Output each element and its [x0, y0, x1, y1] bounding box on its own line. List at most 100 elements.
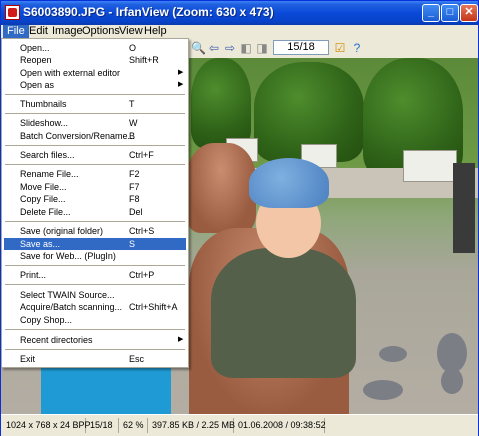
- menu-item-open[interactable]: Open... O: [4, 42, 186, 54]
- menu-item-label: Rename File...: [20, 169, 79, 179]
- menu-item-label: Open as: [20, 80, 55, 90]
- menu-bar: File Edit Image Options View Help: [1, 25, 478, 38]
- menu-item-shortcut: Ctrl+P: [129, 270, 155, 280]
- menu-item-shortcut: O: [129, 43, 137, 53]
- menu-help[interactable]: Help: [140, 25, 171, 38]
- menu-item-shortcut: F7: [129, 182, 140, 192]
- menu-item-exit[interactable]: Exit Esc: [4, 353, 186, 365]
- file-menu-dropdown: Open... O Reopen Shift+R Open with externa…: [1, 38, 189, 368]
- menu-item-shortcut: W: [129, 118, 138, 128]
- menu-item-reopen[interactable]: Reopen Shift+R: [4, 54, 186, 66]
- menu-item-shortcut: F8: [129, 194, 140, 204]
- menu-item-select-twain-source[interactable]: Select TWAIN Source...: [4, 289, 186, 301]
- menu-item-label: Open with external editor: [20, 68, 121, 78]
- menu-item-label: Print...: [20, 270, 47, 280]
- zoom-out-icon[interactable]: 🔍: [191, 41, 206, 55]
- pigeon: [441, 368, 463, 394]
- menu-item-shortcut: Ctrl+Shift+A: [129, 302, 178, 312]
- menu-item-thumbnails[interactable]: Thumbnails T: [4, 98, 186, 110]
- previous-arrow-icon[interactable]: ⇦: [207, 41, 221, 55]
- menu-separator: [5, 145, 185, 146]
- menu-item-label: Copy Shop...: [20, 315, 73, 325]
- minimize-button[interactable]: _: [422, 4, 440, 22]
- window-title: S6003890.JPG - IrfanView (Zoom: 630 x 47…: [23, 5, 274, 19]
- menu-item-shortcut: Del: [129, 207, 143, 217]
- menu-item-label: Open...: [20, 43, 50, 53]
- menu-item-label: Select TWAIN Source...: [20, 290, 115, 300]
- menu-separator: [5, 164, 185, 165]
- menu-item-save-original-folder[interactable]: Save (original folder) Ctrl+S: [4, 225, 186, 237]
- pigeon: [437, 333, 467, 373]
- menu-item-search-files[interactable]: Search files... Ctrl+F: [4, 149, 186, 161]
- pigeon: [363, 380, 403, 400]
- menu-item-acquire-batch-scanning[interactable]: Acquire/Batch scanning... Ctrl+Shift+A: [4, 301, 186, 313]
- menu-item-label: Slideshow...: [20, 118, 69, 128]
- menu-item-print[interactable]: Print... Ctrl+P: [4, 269, 186, 281]
- submenu-arrow-icon: ▶: [178, 81, 184, 88]
- menu-item-shortcut: T: [129, 99, 135, 109]
- menu-item-label: Save for Web... (PlugIn): [20, 251, 116, 261]
- menu-item-label: Move File...: [20, 182, 67, 192]
- menu-item-label: Reopen: [20, 55, 52, 65]
- menu-separator: [5, 221, 185, 222]
- baby-hat: [249, 158, 329, 208]
- properties-icon[interactable]: ☑: [333, 41, 347, 55]
- status-file-size: 397.85 KB / 2.25 MB: [149, 418, 235, 433]
- woman-face: [186, 143, 256, 233]
- submenu-arrow-icon: ▶: [178, 69, 184, 76]
- menu-item-save-as[interactable]: Save as... S: [4, 238, 186, 250]
- menu-item-shortcut: Ctrl+F: [129, 150, 154, 160]
- menu-item-label: Thumbnails: [20, 99, 67, 109]
- status-empty-panel: [326, 418, 476, 433]
- menu-item-shortcut: Ctrl+S: [129, 226, 155, 236]
- rotate-right-icon[interactable]: ◨: [255, 41, 269, 55]
- lamp-post: [453, 163, 475, 253]
- close-button[interactable]: ✕: [460, 4, 478, 22]
- status-index: 15/18: [87, 418, 119, 433]
- maximize-button[interactable]: □: [441, 4, 459, 22]
- irfanview-app-icon[interactable]: [5, 5, 20, 20]
- menu-item-rename-file[interactable]: Rename File... F2: [4, 168, 186, 180]
- help-icon[interactable]: ?: [350, 41, 364, 55]
- menu-item-slideshow[interactable]: Slideshow... W: [4, 117, 186, 129]
- menu-item-copy-shop[interactable]: Copy Shop...: [4, 314, 186, 326]
- page-indicator-field[interactable]: 15/18: [273, 40, 329, 55]
- menu-item-shortcut: F2: [129, 169, 140, 179]
- menu-item-delete-file[interactable]: Delete File... Del: [4, 206, 186, 218]
- menu-item-shortcut: S: [129, 239, 136, 249]
- menu-separator: [5, 265, 185, 266]
- menu-separator: [5, 284, 185, 285]
- status-dimensions: 1024 x 768 x 24 BPP: [3, 418, 91, 433]
- menu-item-open-external-editor[interactable]: Open with external editor ▶: [4, 67, 186, 79]
- menu-item-shortcut: B: [129, 131, 136, 141]
- menu-item-label: Acquire/Batch scanning...: [20, 302, 123, 312]
- menu-item-batch-conversion[interactable]: Batch Conversion/Rename... B: [4, 130, 186, 142]
- menu-item-label: Exit: [20, 354, 36, 364]
- status-datetime: 01.06.2008 / 09:38:52: [235, 418, 326, 433]
- status-bar: 1024 x 768 x 24 BPP 15/18 62 % 397.85 KB…: [1, 414, 478, 436]
- menu-item-label: Save (original folder): [20, 226, 104, 236]
- rotate-left-icon[interactable]: ◧: [239, 41, 253, 55]
- menu-item-recent-directories[interactable]: Recent directories ▶: [4, 334, 186, 346]
- menu-separator: [5, 113, 185, 114]
- bench: [403, 150, 457, 182]
- menu-item-shortcut: Esc: [129, 354, 145, 364]
- menu-item-open-as[interactable]: Open as ▶: [4, 79, 186, 91]
- menu-item-label: Recent directories: [20, 335, 93, 345]
- menu-item-copy-file[interactable]: Copy File... F8: [4, 193, 186, 205]
- menu-item-label: Batch Conversion/Rename...: [20, 131, 136, 141]
- next-arrow-icon[interactable]: ⇨: [223, 41, 237, 55]
- baby-body: [211, 248, 356, 378]
- menu-separator: [5, 349, 185, 350]
- title-bar[interactable]: S6003890.JPG - IrfanView (Zoom: 630 x 47…: [1, 1, 478, 25]
- menu-item-move-file[interactable]: Move File... F7: [4, 181, 186, 193]
- irfanview-window: S6003890.JPG - IrfanView (Zoom: 630 x 47…: [0, 0, 479, 436]
- menu-item-label: Delete File...: [20, 207, 71, 217]
- menu-item-label: Search files...: [20, 150, 75, 160]
- menu-item-shortcut: Shift+R: [129, 55, 159, 65]
- menu-item-label: Save as...: [20, 239, 61, 249]
- hedge-bush: [191, 58, 251, 148]
- menu-item-save-for-web[interactable]: Save for Web... (PlugIn): [4, 250, 186, 262]
- menu-separator: [5, 329, 185, 330]
- status-zoom: 62 %: [120, 418, 148, 433]
